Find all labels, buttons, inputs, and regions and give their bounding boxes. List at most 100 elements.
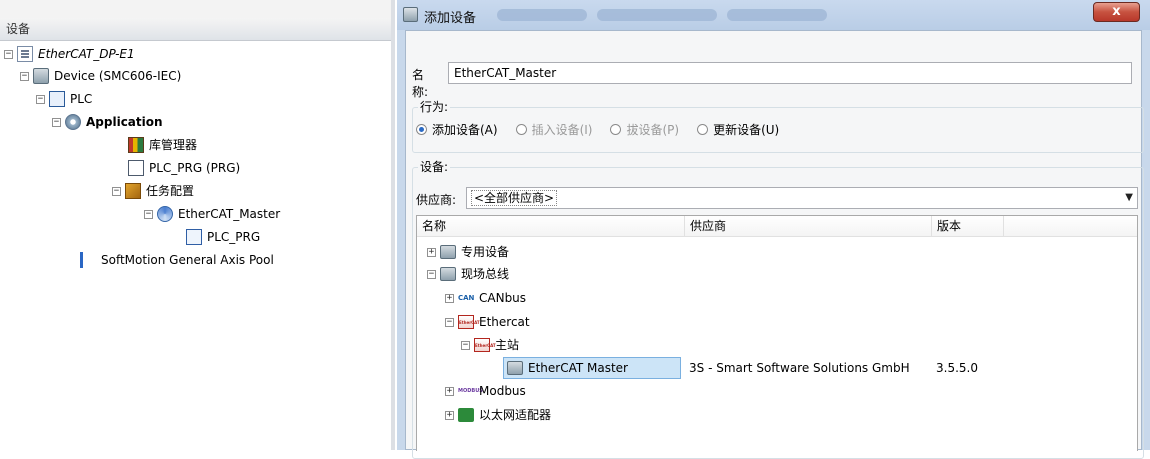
tree-node-label: PLC <box>70 92 93 106</box>
device-icon <box>33 68 49 84</box>
column-name[interactable]: 名称 <box>417 216 685 236</box>
close-button[interactable]: x <box>1093 2 1140 22</box>
device-icon <box>507 361 523 375</box>
radio-label: 添加设备(A) <box>432 123 498 137</box>
tree-node-axis-pool[interactable]: SoftMotion General Axis Pool <box>80 250 274 270</box>
collapse-icon[interactable]: − <box>445 317 454 327</box>
row-label: 现场总线 <box>461 267 510 281</box>
radio-empty-icon <box>610 124 622 135</box>
dialog-titlebar[interactable]: 添加设备 x <box>397 0 1150 30</box>
list-row[interactable]: − EtherCAT Ethercat <box>417 311 1137 333</box>
radio-insert-device: 插入设备(I) <box>515 121 593 138</box>
devices-panel-header: 设备 <box>0 18 395 41</box>
tree-node-application[interactable]: − Application <box>52 112 163 132</box>
device-icon <box>440 245 456 259</box>
tree-node-task-config[interactable]: − 任务配置 <box>112 181 194 201</box>
row-version: 3.5.5.0 <box>936 361 978 375</box>
tree-node-device[interactable]: − Device (SMC606-IEC) <box>20 66 181 86</box>
tree-node-label: PLC_PRG (PRG) <box>149 161 241 175</box>
panel-splitter[interactable] <box>391 0 395 450</box>
collapse-icon[interactable]: − <box>427 269 436 279</box>
background-tab-blur <box>597 9 717 21</box>
expand-icon[interactable]: + <box>427 247 436 257</box>
chevron-down-icon[interactable]: ▼ <box>1125 188 1133 208</box>
tree-node-ethercat-master-task[interactable]: − EtherCAT_Master <box>144 204 280 224</box>
radio-add-device[interactable]: 添加设备(A) <box>416 121 498 138</box>
collapse-icon[interactable]: − <box>36 94 45 104</box>
row-label: Ethercat <box>479 315 530 329</box>
axis-pool-icon <box>80 252 96 268</box>
list-row-selected[interactable]: EtherCAT Master 3S - Smart Software Solu… <box>417 357 1137 379</box>
collapse-icon[interactable]: − <box>144 209 153 219</box>
collapse-icon[interactable]: − <box>112 186 121 196</box>
panel-top-strip <box>0 0 395 18</box>
list-row[interactable]: − 现场总线 <box>417 263 1137 285</box>
dialog-title: 添加设备 <box>424 11 477 26</box>
radio-label: 更新设备(U) <box>713 123 780 137</box>
behavior-label: 行为: <box>418 98 451 115</box>
collapse-icon[interactable]: − <box>461 340 470 350</box>
tree-node-library[interactable]: 库管理器 <box>128 135 197 155</box>
device-list-header: 名称 供应商 版本 <box>417 216 1137 237</box>
radio-checked-icon <box>416 124 427 135</box>
behavior-radios: 添加设备(A) 插入设备(I) 拔设备(P) 更新设备(U) <box>416 121 797 138</box>
name-input[interactable]: EtherCAT_Master <box>448 62 1132 84</box>
column-version[interactable]: 版本 <box>932 216 1004 236</box>
tree-node-project[interactable]: − EtherCAT_DP-E1 <box>4 44 135 64</box>
device-label: 设备: <box>418 158 451 175</box>
tree-node-plc-prg[interactable]: PLC_PRG (PRG) <box>128 158 240 178</box>
ethernet-adapter-icon <box>458 408 474 422</box>
row-label: CANbus <box>479 291 527 305</box>
tree-node-plc[interactable]: − PLC <box>36 89 92 109</box>
ethercat-icon: EtherCAT <box>458 315 480 329</box>
tree-node-label: EtherCAT_Master <box>178 207 281 221</box>
expand-icon[interactable]: + <box>445 386 454 396</box>
library-icon <box>128 137 144 153</box>
dialog-body: 名称: EtherCAT_Master 行为: 添加设备(A) 插入设备(I) … <box>405 30 1144 459</box>
row-label: Modbus <box>479 384 526 398</box>
call-icon <box>186 229 202 245</box>
expand-icon[interactable]: + <box>445 410 454 420</box>
collapse-icon[interactable]: − <box>4 49 13 59</box>
radio-label: 插入设备(I) <box>531 123 593 137</box>
tree-node-label: Device (SMC606-IEC) <box>54 69 182 83</box>
ethercat-task-icon <box>157 206 173 222</box>
row-vendor: 3S - Smart Software Solutions GmbH <box>689 361 910 375</box>
vendor-value: <全部供应商> <box>471 190 558 206</box>
can-icon: CAN <box>458 294 475 302</box>
collapse-icon[interactable]: − <box>20 71 29 81</box>
tree-node-label: PLC_PRG <box>207 230 261 244</box>
name-label: 名称: <box>412 68 429 99</box>
plc-icon <box>49 91 65 107</box>
selected-name-cell[interactable]: EtherCAT Master <box>503 357 681 379</box>
column-vendor[interactable]: 供应商 <box>685 216 932 236</box>
device-icon <box>403 7 418 22</box>
radio-update-device[interactable]: 更新设备(U) <box>697 121 779 138</box>
program-icon <box>128 160 144 176</box>
background-tab-blur <box>497 9 587 21</box>
modbus-icon: MODBUS <box>458 388 483 394</box>
vendor-label: 供应商: <box>416 193 457 207</box>
tree-node-plc-prg-call[interactable]: PLC_PRG <box>186 227 260 247</box>
list-row[interactable]: − EtherCAT 主站 <box>417 334 1137 356</box>
list-row[interactable]: + 专用设备 <box>417 241 1137 263</box>
task-icon <box>125 183 141 199</box>
device-list: 名称 供应商 版本 + 专用设备 − 现场总线 + CAN CANbus − E… <box>416 215 1138 451</box>
tree-node-label: SoftMotion General Axis Pool <box>101 253 274 267</box>
vendor-select[interactable]: <全部供应商> ▼ <box>466 187 1138 209</box>
collapse-icon[interactable]: − <box>52 117 61 127</box>
row-label: 主站 <box>495 338 520 352</box>
ethercat-icon: EtherCAT <box>474 338 496 352</box>
project-icon <box>17 46 33 62</box>
list-row[interactable]: + CAN CANbus <box>417 287 1137 309</box>
list-row[interactable]: + MODBUS Modbus <box>417 380 1137 402</box>
application-icon <box>65 114 81 130</box>
row-label: 专用设备 <box>461 245 510 259</box>
row-label: 以太网适配器 <box>479 408 552 422</box>
radio-empty-icon <box>515 124 527 135</box>
tree-node-label: 库管理器 <box>149 138 198 152</box>
expand-icon[interactable]: + <box>445 293 454 303</box>
list-row[interactable]: + 以太网适配器 <box>417 404 1137 426</box>
add-device-dialog: 添加设备 x 名称: EtherCAT_Master 行为: 添加设备(A) 插… <box>397 0 1150 459</box>
tree-node-label: Application <box>86 115 163 129</box>
